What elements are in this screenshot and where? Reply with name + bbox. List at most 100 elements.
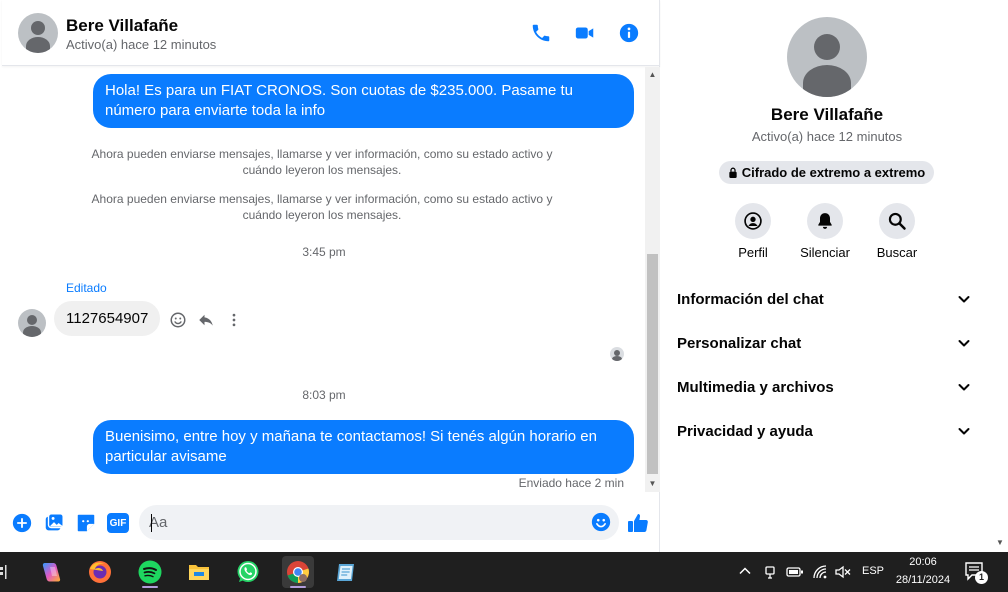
- composer-bar: GIF: [2, 498, 660, 548]
- reply-arrow-icon: [199, 314, 213, 326]
- incoming-message[interactable]: 1127654907: [54, 301, 161, 336]
- clock-date[interactable]: 28/11/2024: [888, 574, 958, 586]
- system-message: Ahora pueden enviarse mensajes, llamarse…: [91, 147, 553, 177]
- profile-action-label: Perfil: [738, 245, 768, 260]
- section-label: Privacidad y ayuda: [677, 422, 813, 440]
- details-contact-status: Activo(a) hace 12 minutos: [751, 129, 903, 144]
- chat-pane: Bere Villafañe Activo(a) hace 12 minutos…: [2, 0, 660, 552]
- smiley-icon: [170, 312, 186, 328]
- section-label: Información del chat: [677, 290, 824, 308]
- gif-icon: GIF: [107, 513, 129, 533]
- outgoing-message[interactable]: Hola! Es para un FIAT CRONOS. Son cuotas…: [93, 74, 634, 128]
- contact-name[interactable]: Bere Villafañe: [66, 16, 178, 36]
- image-icon: [45, 513, 64, 531]
- bell-icon: [818, 213, 832, 229]
- chevron-down-icon: [958, 428, 970, 435]
- firefox-app[interactable]: [84, 556, 116, 588]
- running-indicator: [290, 586, 306, 588]
- details-avatar[interactable]: [787, 17, 867, 97]
- copilot-app[interactable]: [36, 556, 68, 588]
- section-chat-info[interactable]: Información del chat: [669, 281, 979, 317]
- notifications-button[interactable]: 1: [964, 561, 992, 585]
- file-explorer-app[interactable]: [183, 556, 215, 588]
- messenger-window: Bere Villafañe Activo(a) hace 12 minutos…: [0, 0, 1008, 552]
- more-vertical-icon: [232, 313, 236, 327]
- react-button[interactable]: [168, 310, 188, 330]
- message-input[interactable]: [149, 505, 579, 540]
- notification-count-badge: 1: [975, 571, 988, 584]
- sticker-button[interactable]: [74, 511, 98, 535]
- contact-avatar[interactable]: [18, 13, 58, 53]
- outgoing-message[interactable]: Buenisimo, entre hoy y mañana te contact…: [93, 420, 634, 474]
- mute-action[interactable]: Silenciar: [790, 203, 860, 260]
- chrome-icon: [287, 561, 309, 583]
- message-scrollbar[interactable]: ▲ ▼: [645, 67, 660, 492]
- spotify-icon: [138, 560, 162, 584]
- chevron-down-icon: [958, 340, 970, 347]
- encryption-badge[interactable]: Cifrado de extremo a extremo: [719, 161, 934, 184]
- page-scrollbar[interactable]: ▼: [992, 0, 1008, 552]
- task-view-icon[interactable]: [0, 562, 10, 582]
- video-call-button[interactable]: [572, 20, 598, 46]
- scroll-down-arrow[interactable]: ▼: [648, 479, 657, 488]
- running-indicator: [142, 586, 158, 588]
- copilot-icon: [42, 563, 61, 582]
- firefox-icon: [89, 561, 111, 583]
- system-message: Ahora pueden enviarse mensajes, llamarse…: [91, 192, 553, 222]
- sticker-icon: [77, 514, 95, 532]
- profile-action[interactable]: Perfil: [718, 203, 788, 260]
- section-media-files[interactable]: Multimedia y archivos: [669, 369, 979, 405]
- show-hidden-icons-button[interactable]: [738, 564, 754, 580]
- video-camera-icon: [575, 27, 594, 39]
- seen-indicator-avatar: [610, 347, 624, 361]
- page-scroll-down-arrow[interactable]: ▼: [996, 538, 1004, 547]
- profile-icon: [744, 212, 762, 230]
- notepad-icon: [337, 564, 354, 581]
- wifi-icon[interactable]: [812, 564, 828, 580]
- details-contact-name[interactable]: Bere Villafañe: [661, 105, 993, 125]
- more-actions-button[interactable]: [10, 511, 34, 535]
- search-action[interactable]: Buscar: [862, 203, 932, 260]
- text-caret: [151, 514, 152, 532]
- whatsapp-app[interactable]: [232, 556, 264, 588]
- clock-time[interactable]: 20:06: [900, 556, 946, 568]
- edited-label[interactable]: Editado: [66, 281, 107, 295]
- message-list[interactable]: Hola! Es para un FIAT CRONOS. Son cuotas…: [2, 67, 646, 492]
- emoji-button[interactable]: [589, 510, 613, 534]
- sent-status: Enviado hace 2 min: [518, 476, 624, 490]
- encryption-label: Cifrado de extremo a extremo: [741, 165, 926, 180]
- search-icon: [888, 212, 906, 230]
- timestamp-separator: 3:45 pm: [302, 245, 346, 259]
- conversation-info-button[interactable]: [616, 20, 642, 46]
- chrome-app[interactable]: [282, 556, 314, 588]
- scroll-thumb[interactable]: [647, 254, 658, 474]
- section-privacy-help[interactable]: Privacidad y ayuda: [669, 413, 979, 449]
- chevron-down-icon: [958, 384, 970, 391]
- call-button[interactable]: [528, 20, 554, 46]
- notepad-app[interactable]: [330, 556, 362, 588]
- contact-status: Activo(a) hace 12 minutos: [66, 37, 217, 52]
- section-customize-chat[interactable]: Personalizar chat: [669, 325, 979, 361]
- language-indicator[interactable]: ESP: [862, 565, 884, 577]
- usb-device-icon[interactable]: [762, 564, 778, 580]
- like-button[interactable]: [626, 511, 650, 535]
- spotify-app[interactable]: [134, 556, 166, 588]
- chat-header: Bere Villafañe Activo(a) hace 12 minutos: [2, 0, 660, 66]
- section-label: Multimedia y archivos: [677, 378, 834, 396]
- info-icon: [619, 23, 639, 43]
- battery-icon[interactable]: [786, 565, 804, 579]
- file-explorer-icon: [189, 565, 209, 580]
- volume-muted-icon[interactable]: [834, 564, 852, 580]
- gif-button[interactable]: GIF: [106, 511, 130, 535]
- sender-avatar[interactable]: [18, 309, 46, 337]
- scroll-up-arrow[interactable]: ▲: [648, 70, 657, 79]
- lock-icon: [729, 167, 737, 178]
- windows-taskbar: ESP 20:06 28/11/2024 1: [0, 552, 1008, 592]
- attach-media-button[interactable]: [42, 511, 66, 535]
- reply-button[interactable]: [196, 310, 216, 330]
- plus-circle-icon: [12, 513, 32, 533]
- more-options-button[interactable]: [224, 310, 244, 330]
- timestamp-separator: 8:03 pm: [302, 388, 346, 402]
- search-action-label: Buscar: [876, 245, 918, 260]
- section-label: Personalizar chat: [677, 334, 802, 352]
